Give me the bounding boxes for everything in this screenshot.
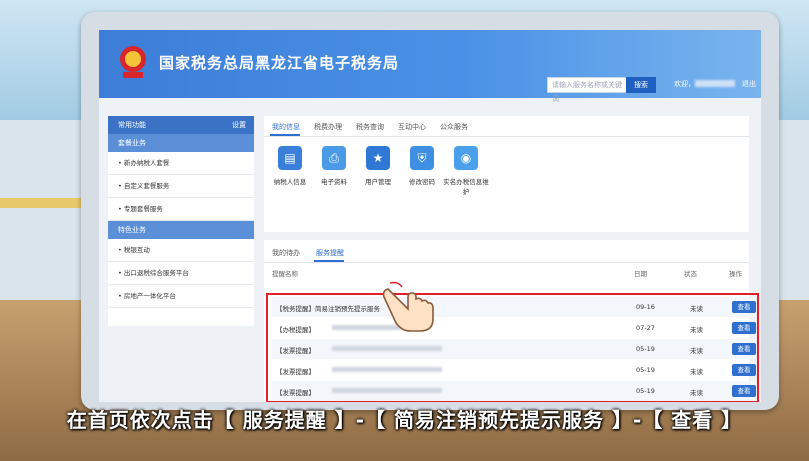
tab-tax-handling[interactable]: 税费办理 <box>314 122 342 132</box>
site-header: 国家税务总局黑龙江省电子税务局 请输入服务名称或关键词 搜索 欢迎， 退出 <box>99 30 761 103</box>
notice-tabs: 我的待办 服务提醒 <box>264 240 749 263</box>
sidebar-item[interactable]: • 税银互动 <box>108 239 254 262</box>
func-taxpayer-info[interactable]: ▤ 纳税人信息 <box>266 146 314 186</box>
sidebar-item[interactable]: • 专题套餐服务 <box>108 198 254 221</box>
browser-screen: 国家税务总局黑龙江省电子税务局 请输入服务名称或关键词 搜索 欢迎， 退出 常用… <box>99 30 761 402</box>
row-status: 未读 <box>690 347 703 355</box>
redacted-text <box>332 346 442 351</box>
tab-service-reminder[interactable]: 服务提醒 <box>316 248 344 258</box>
func-e-docs[interactable]: ⎙ 电子资料 <box>310 146 358 186</box>
info-tabs: 我的信息 税费办理 税务查询 互动中心 公众服务 <box>264 116 749 137</box>
redacted-text <box>332 388 442 393</box>
real-name-icon: ◉ <box>454 146 478 170</box>
sidebar: 常用功能 设置 套餐业务 • 新办纳税人套餐 • 自定义套餐服务 • 专题套餐服… <box>108 116 254 326</box>
tab-interaction[interactable]: 互动中心 <box>398 122 426 132</box>
row-name[interactable]: 【税务提醒】简易注销预先提示服务 <box>276 303 380 313</box>
col-head-action: 操作 <box>729 270 742 278</box>
tab-underline <box>270 134 300 136</box>
sidebar-item[interactable]: • 出口退税综合服务平台 <box>108 262 254 285</box>
tab-my-todo[interactable]: 我的待办 <box>272 248 300 258</box>
row-name[interactable]: 【发票提醒】 <box>276 387 315 397</box>
sidebar-item[interactable]: • 新办纳税人套餐 <box>108 152 254 175</box>
sidebar-item[interactable]: • 自定义套餐服务 <box>108 175 254 198</box>
func-user-manage[interactable]: ★ 用户管理 <box>354 146 402 186</box>
printer-icon: ⎙ <box>322 146 346 170</box>
highlight-frame: 【税务提醒】简易注销预先提示服务 09-16 未读 查看 【办税提醒】 07-2… <box>266 293 759 402</box>
search-button[interactable]: 搜索 <box>626 77 656 93</box>
tab-tax-query[interactable]: 税务查询 <box>356 122 384 132</box>
welcome-text: 欢迎， <box>674 80 695 88</box>
row-name[interactable]: 【办税提醒】 <box>276 324 315 334</box>
row-name[interactable]: 【发票提醒】 <box>276 345 315 355</box>
tab-public-service[interactable]: 公众服务 <box>440 122 468 132</box>
row-date: 07-27 <box>636 324 655 332</box>
search-input[interactable]: 请输入服务名称或关键词 <box>547 77 627 103</box>
row-date: 05-19 <box>636 387 655 395</box>
user-manage-icon: ★ <box>366 146 390 170</box>
tab-my-info[interactable]: 我的信息 <box>272 122 300 132</box>
row-date: 05-19 <box>636 345 655 353</box>
sidebar-settings-link[interactable]: 设置 <box>232 116 246 134</box>
view-button[interactable]: 查看 <box>732 301 756 313</box>
monitor: 国家税务总局黑龙江省电子税务局 请输入服务名称或关键词 搜索 欢迎， 退出 常用… <box>81 12 779 410</box>
func-change-password[interactable]: ⛨ 修改密码 <box>398 146 446 186</box>
id-card-icon: ▤ <box>278 146 302 170</box>
row-status: 未读 <box>690 326 703 334</box>
logout-link[interactable]: 退出 <box>742 79 756 89</box>
func-real-name[interactable]: ◉ 实名办税信息维护 <box>442 146 490 196</box>
redacted-text <box>332 367 442 372</box>
pointing-hand-icon <box>382 281 434 332</box>
tax-emblem-icon <box>120 46 146 78</box>
row-status: 未读 <box>690 389 703 397</box>
col-head-status: 状态 <box>684 270 697 278</box>
table-row[interactable]: 【发票提醒】 05-19 未读 查看 <box>272 339 756 359</box>
instruction-caption: 在首页依次点击【 服务提醒 】-【 简易注销预先提示服务 】-【 查看 】 <box>66 408 743 432</box>
row-date: 09-16 <box>636 303 655 311</box>
row-date: 05-19 <box>636 366 655 374</box>
row-status: 未读 <box>690 305 703 313</box>
view-button[interactable]: 查看 <box>732 322 756 334</box>
table-row[interactable]: 【税务提醒】简易注销预先提示服务 09-16 未读 查看 <box>272 297 756 317</box>
view-button[interactable]: 查看 <box>732 343 756 355</box>
shield-icon: ⛨ <box>410 146 434 170</box>
user-name-redacted <box>695 80 735 87</box>
sidebar-item[interactable]: • 房地产一体化平台 <box>108 285 254 308</box>
col-head-name: 提醒名称 <box>272 270 298 278</box>
sidebar-header: 常用功能 设置 <box>108 116 254 134</box>
info-panel: 我的信息 税费办理 税务查询 互动中心 公众服务 ▤ 纳税人信息 ⎙ 电子资料 … <box>264 116 749 232</box>
table-row[interactable]: 【发票提醒】 05-19 未读 查看 <box>272 381 756 401</box>
sidebar-header-label: 常用功能 <box>118 121 146 129</box>
row-name[interactable]: 【发票提醒】 <box>276 366 315 376</box>
sidebar-section-special[interactable]: 特色业务 <box>108 221 254 239</box>
col-head-date: 日期 <box>634 270 647 278</box>
view-button[interactable]: 查看 <box>732 364 756 376</box>
tab2-underline <box>314 260 344 262</box>
row-status: 未读 <box>690 368 703 376</box>
table-row[interactable]: 【办税提醒】 07-27 未读 查看 <box>272 318 756 338</box>
table-row[interactable]: 【发票提醒】 05-19 未读 查看 <box>272 360 756 380</box>
view-button[interactable]: 查看 <box>732 385 756 397</box>
site-title: 国家税务总局黑龙江省电子税务局 <box>159 54 400 72</box>
sidebar-section-package[interactable]: 套餐业务 <box>108 134 254 152</box>
notice-panel: 我的待办 服务提醒 提醒名称 日期 状态 操作 【税务提醒】简易注销预先提示服务… <box>264 240 759 402</box>
